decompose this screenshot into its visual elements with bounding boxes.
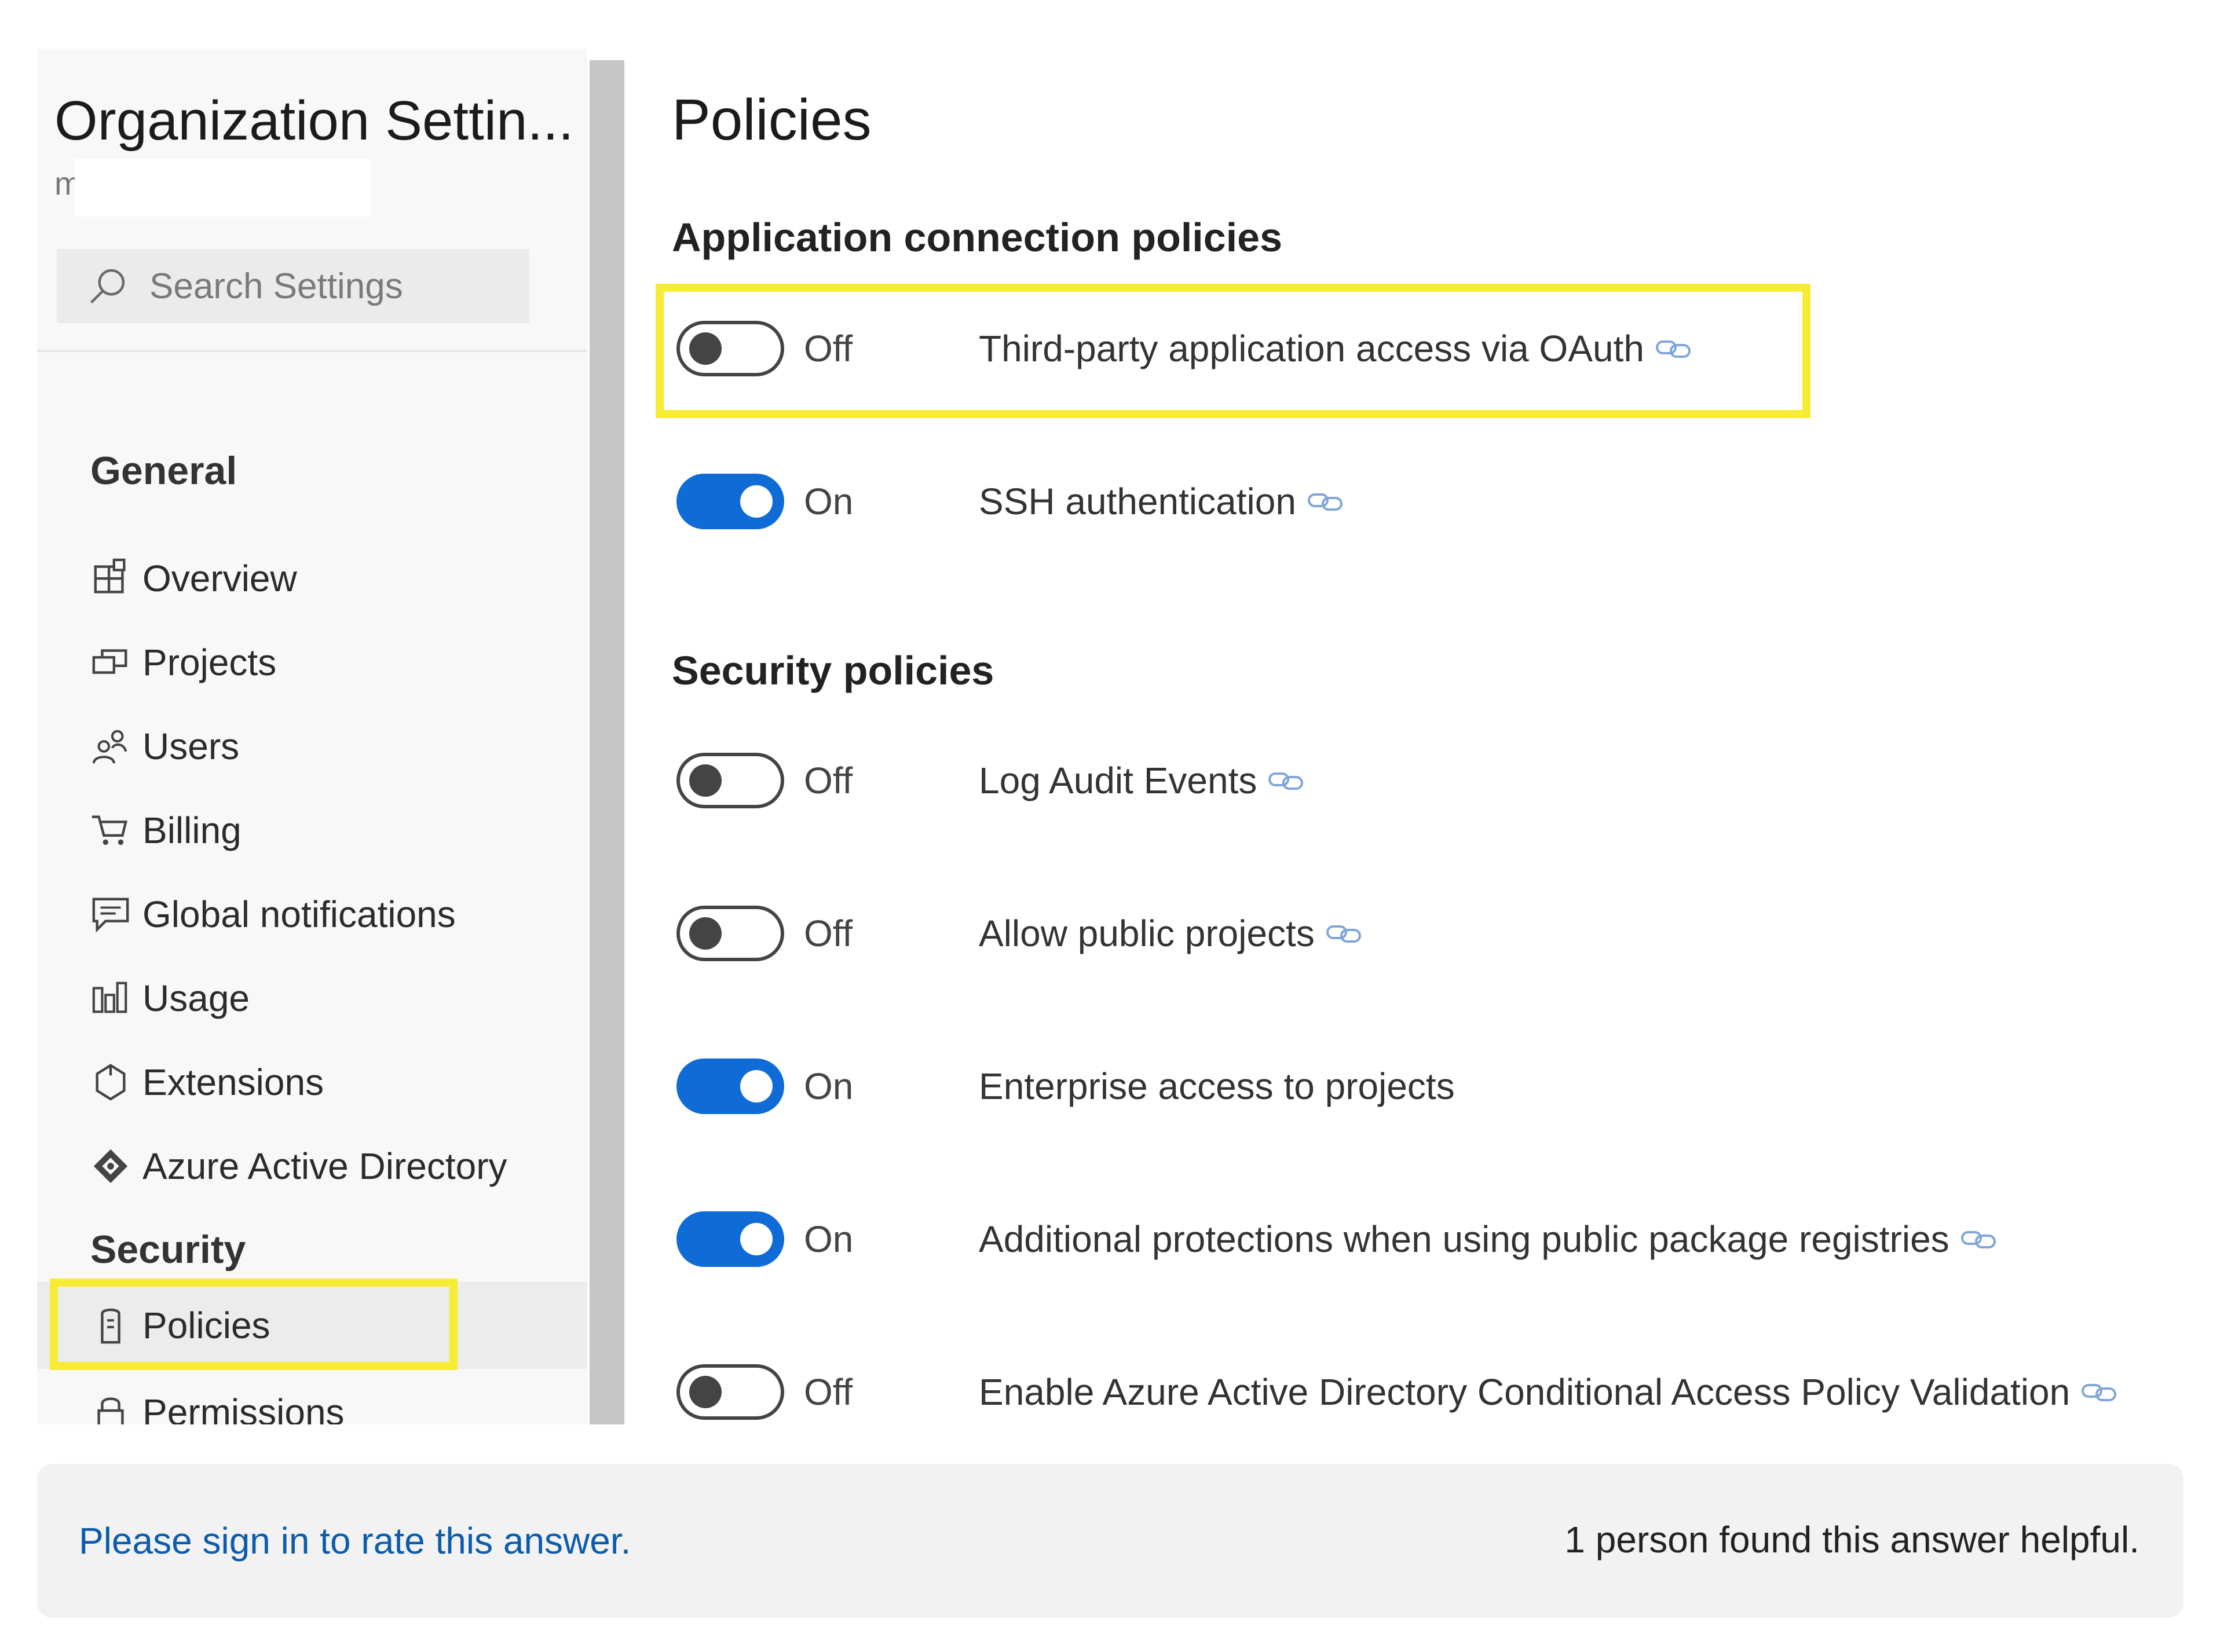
search-icon <box>90 269 125 304</box>
toggle-ssh[interactable] <box>676 474 784 529</box>
toggle-oauth[interactable] <box>676 321 784 376</box>
sidebar-item-projects[interactable]: Projects <box>90 631 276 694</box>
sidebar-item-overview[interactable]: Overview <box>90 547 297 610</box>
link-icon[interactable] <box>1267 769 1305 792</box>
redacted-block <box>75 159 370 217</box>
policy-label: Allow public projects <box>979 900 1363 967</box>
toggle-package-registries[interactable] <box>676 1211 784 1267</box>
policy-label-text: Enable Azure Active Directory Conditiona… <box>979 1371 2071 1413</box>
policy-label-text: SSH authentication <box>979 481 1296 522</box>
sign-in-to-rate-link[interactable]: Please sign in to rate this answer. <box>79 1519 631 1562</box>
policy-row-enterprise-access: On Enterprise access to projects <box>676 1053 2182 1116</box>
sidebar-item-label: Global notifications <box>142 893 456 935</box>
link-icon[interactable] <box>1307 490 1345 513</box>
sidebar-item-label: Billing <box>142 809 242 851</box>
highlight-box-policies <box>50 1279 458 1370</box>
policy-row-public-projects: Off Allow public projects <box>676 900 2182 964</box>
overview-icon <box>90 558 131 599</box>
link-icon[interactable] <box>1960 1228 1998 1251</box>
sidebar-item-permissions[interactable]: Permissions <box>90 1380 345 1424</box>
policy-label: Enterprise access to projects <box>979 1053 1455 1120</box>
sidebar-item-label: Overview <box>142 558 297 599</box>
toggle-public-projects[interactable] <box>676 906 784 961</box>
users-icon <box>90 726 131 767</box>
policy-label: Additional protections when using public… <box>979 1206 1998 1273</box>
answer-footer: Please sign in to rate this answer. 1 pe… <box>37 1464 2183 1618</box>
org-settings-title: Organization Settin... <box>54 90 574 152</box>
policy-label: Enable Azure Active Directory Conditiona… <box>979 1358 2119 1426</box>
section-header-security: Security <box>90 1228 246 1272</box>
toggle-knob <box>740 1223 773 1255</box>
policy-label-text: Additional protections when using public… <box>979 1218 1949 1260</box>
toggle-log-audit[interactable] <box>676 753 784 808</box>
sidebar-item-label: Permissions <box>142 1391 345 1424</box>
sidebar-item-extensions[interactable]: Extensions <box>90 1050 324 1114</box>
projects-icon <box>90 642 131 683</box>
link-icon[interactable] <box>1655 337 1693 360</box>
search-settings-input[interactable]: Search Settings <box>57 249 529 323</box>
sidebar-item-global-notifications[interactable]: Global notifications <box>90 882 456 946</box>
toggle-knob <box>740 1070 773 1102</box>
sidebar-item-billing[interactable]: Billing <box>90 798 242 862</box>
sidebar-item-users[interactable]: Users <box>90 715 239 778</box>
toggle-knob <box>689 917 722 950</box>
toggle-conditional-access[interactable] <box>676 1364 784 1420</box>
settings-sidebar: Organization Settin... m Search Settings… <box>37 49 587 1424</box>
toggle-state-label: On <box>804 1065 854 1107</box>
sidebar-item-label: Extensions <box>142 1061 324 1103</box>
policy-row-oauth: Off Third-party application access via O… <box>676 315 2182 379</box>
sidebar-item-label: Users <box>142 726 240 767</box>
link-icon[interactable] <box>1325 922 1363 945</box>
extensions-icon <box>90 1062 131 1102</box>
link-icon[interactable] <box>2080 1380 2119 1404</box>
policy-row-conditional-access: Off Enable Azure Active Directory Condit… <box>676 1358 2182 1422</box>
policy-label: Third-party application access via OAuth <box>979 315 1693 382</box>
policy-row-log-audit: Off Log Audit Events <box>676 747 2182 811</box>
helpful-count-text: 1 person found this answer helpful. <box>1564 1519 2139 1561</box>
section-title-application-connection: Application connection policies <box>672 215 1282 260</box>
section-header-general: General <box>90 449 237 493</box>
sidebar-item-label: Azure Active Directory <box>142 1145 507 1187</box>
toggle-knob <box>740 485 773 518</box>
toggle-state-label: Off <box>804 913 853 954</box>
page-title: Policies <box>672 87 872 152</box>
toggle-state-label: On <box>804 481 854 522</box>
policy-label: SSH authentication <box>979 468 1345 535</box>
policy-label-text: Third-party application access via OAuth <box>979 328 1644 369</box>
cart-icon <box>90 810 131 851</box>
section-title-security: Security policies <box>672 648 994 693</box>
policy-label-text: Log Audit Events <box>979 760 1257 801</box>
sidebar-item-azure-active-directory[interactable]: Azure Active Directory <box>90 1134 507 1198</box>
toggle-knob <box>689 764 722 797</box>
toggle-knob <box>689 1376 722 1408</box>
sidebar-item-label: Projects <box>142 642 277 683</box>
policy-label-text: Enterprise access to projects <box>979 1065 1455 1107</box>
toggle-knob <box>689 332 722 365</box>
divider <box>37 350 587 352</box>
sidebar-scrollbar[interactable] <box>590 60 624 1424</box>
toggle-state-label: Off <box>804 328 853 369</box>
toggle-state-label: Off <box>804 760 853 801</box>
toggle-state-label: On <box>804 1218 854 1260</box>
sidebar-item-label: Usage <box>142 977 250 1019</box>
policy-row-package-registries: On Additional protections when using pub… <box>676 1206 2182 1269</box>
azure-ad-icon <box>90 1146 131 1186</box>
policy-label: Log Audit Events <box>979 747 1305 814</box>
notification-icon <box>90 894 131 935</box>
sidebar-item-usage[interactable]: Usage <box>90 966 250 1030</box>
policy-label-text: Allow public projects <box>979 913 1315 954</box>
lock-icon <box>90 1392 131 1424</box>
usage-icon <box>90 978 131 1019</box>
toggle-enterprise-access[interactable] <box>676 1058 784 1114</box>
toggle-state-label: Off <box>804 1371 853 1413</box>
policy-row-ssh: On SSH authentication <box>676 468 2182 532</box>
search-placeholder: Search Settings <box>149 266 403 306</box>
